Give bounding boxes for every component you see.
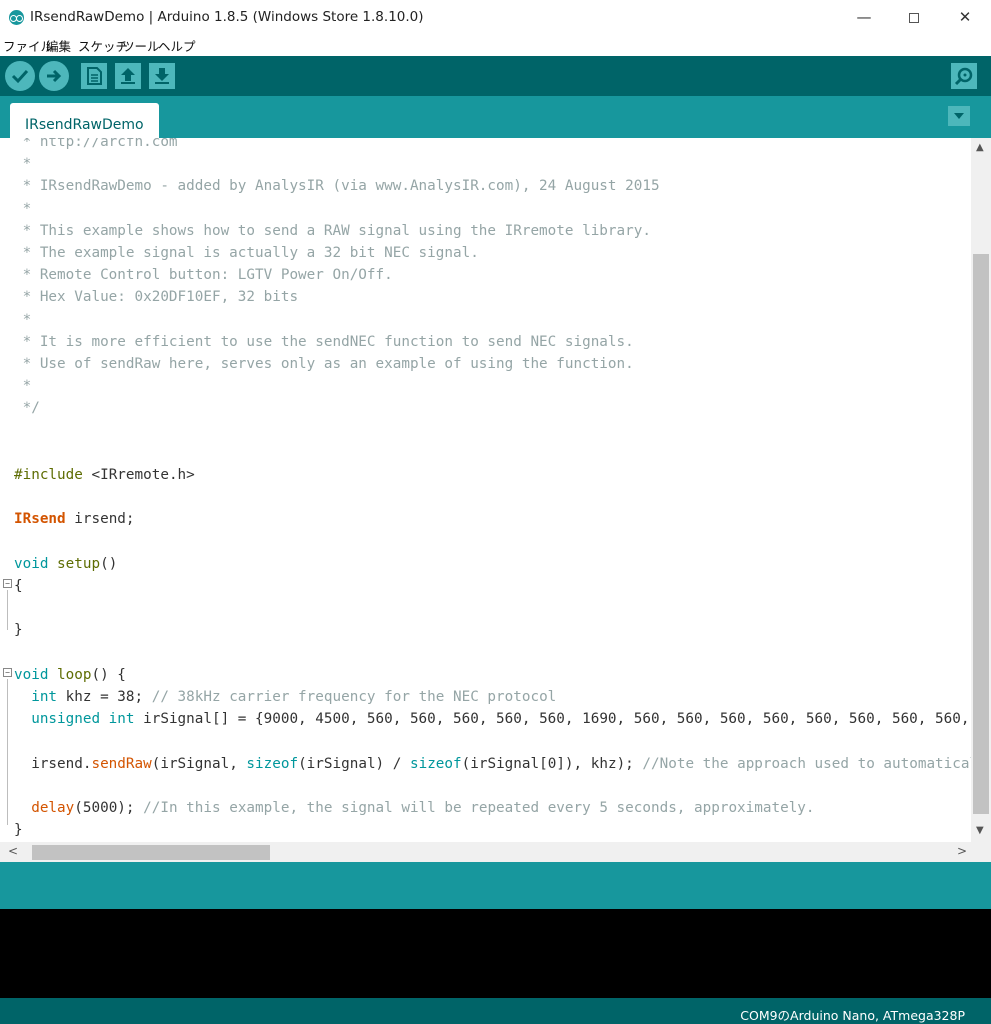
chevron-down-icon	[954, 113, 964, 119]
code-line: }	[14, 822, 23, 839]
toolbar	[0, 56, 991, 96]
fold-loop-icon[interactable]: −	[3, 668, 12, 677]
verify-button[interactable]	[5, 61, 35, 91]
code-line: delay(5000); //In this example, the sign…	[31, 800, 815, 816]
code-line: * IRsendRawDemo - added by AnalysIR (via…	[14, 178, 660, 195]
code-line: *	[14, 156, 32, 173]
code-line: * Hex Value: 0x20DF10EF, 32 bits	[14, 289, 299, 306]
save-button[interactable]	[149, 63, 175, 89]
code-line: * This example shows how to send a RAW s…	[14, 222, 651, 239]
title-bar: IRsendRawDemo | Arduino 1.8.5 (Windows S…	[0, 0, 991, 34]
tab-label: IRsendRawDemo	[25, 117, 144, 133]
maximize-button[interactable]	[888, 0, 940, 34]
tab-menu-button[interactable]	[948, 106, 970, 126]
menu-bar: ファイル 編集 スケッチ ツール ヘルプ	[0, 34, 991, 56]
horizontal-scrollbar[interactable]: < >	[0, 842, 991, 862]
code-line: *	[14, 200, 32, 217]
code-line: void loop() {	[14, 666, 126, 683]
upload-button[interactable]	[39, 61, 69, 91]
tab-irsendrawdemo[interactable]: IRsendRawDemo	[10, 103, 159, 138]
code-line: }	[14, 622, 23, 639]
menu-help[interactable]: ヘルプ	[158, 36, 196, 55]
code-line: */	[14, 400, 40, 417]
menu-sketch[interactable]: スケッチ	[78, 36, 128, 55]
status-bar	[0, 862, 991, 909]
menu-edit[interactable]: 編集	[46, 36, 71, 55]
arduino-logo-icon	[9, 10, 24, 25]
code-line: int khz = 38; // 38kHz carrier frequency…	[31, 689, 557, 705]
minimize-button[interactable]: —	[838, 0, 890, 34]
scroll-left-icon[interactable]: <	[8, 845, 18, 857]
tab-bar: IRsendRawDemo	[0, 96, 991, 138]
scroll-right-icon[interactable]: >	[957, 845, 967, 857]
window-title: IRsendRawDemo | Arduino 1.8.5 (Windows S…	[30, 9, 424, 25]
maximize-icon	[909, 12, 919, 23]
verify-icon	[11, 69, 29, 84]
console-output[interactable]	[0, 909, 991, 998]
open-button[interactable]	[115, 63, 141, 89]
serial-monitor-icon	[954, 67, 973, 86]
code-line: {	[14, 578, 23, 594]
code-line: * Remote Control button: LGTV Power On/O…	[14, 267, 393, 284]
save-icon	[155, 68, 169, 84]
fold-setup-icon[interactable]: −	[3, 579, 12, 588]
vertical-scroll-thumb[interactable]	[973, 254, 989, 814]
fold-guide	[7, 590, 8, 630]
menu-tools[interactable]: ツール	[122, 36, 160, 55]
scroll-up-icon[interactable]: ▲	[976, 143, 984, 153]
code-line: unsigned int irSignal[] = {9000, 4500, 5…	[31, 711, 991, 728]
bottom-bar: COM9のArduino Nano, ATmega328P	[0, 998, 991, 1024]
open-icon	[121, 68, 135, 84]
code-line: * The example signal is actually a 32 bi…	[14, 245, 479, 261]
code-line: *	[14, 378, 32, 395]
serial-monitor-button[interactable]	[951, 63, 977, 89]
new-icon	[87, 67, 102, 85]
code-line: * Use of sendRaw here, serves only as an…	[14, 356, 634, 372]
code-line: IRsend irsend;	[14, 511, 135, 528]
code-line: void setup()	[14, 555, 118, 572]
vertical-scrollbar[interactable]: ▲ ▼	[971, 138, 991, 842]
upload-icon	[47, 69, 62, 83]
board-info: COM9のArduino Nano, ATmega328P	[740, 1008, 965, 1023]
code-line: * http://arcfn.com	[14, 138, 178, 150]
new-sketch-button[interactable]	[81, 63, 107, 89]
scroll-down-icon[interactable]: ▼	[976, 826, 984, 836]
code-line: irsend.sendRaw(irSignal, sizeof(irSignal…	[14, 755, 991, 772]
code-editor[interactable]: − − * http://arcfn.com * * IRsendRawDemo…	[0, 138, 991, 842]
code-line: * It is more efficient to use the sendNE…	[14, 333, 634, 350]
code-line: #include <IRremote.h>	[14, 467, 195, 483]
code-line: *	[14, 311, 32, 328]
fold-guide	[7, 679, 8, 825]
horizontal-scroll-thumb[interactable]	[32, 845, 270, 860]
close-button[interactable]: ✕	[939, 0, 991, 34]
